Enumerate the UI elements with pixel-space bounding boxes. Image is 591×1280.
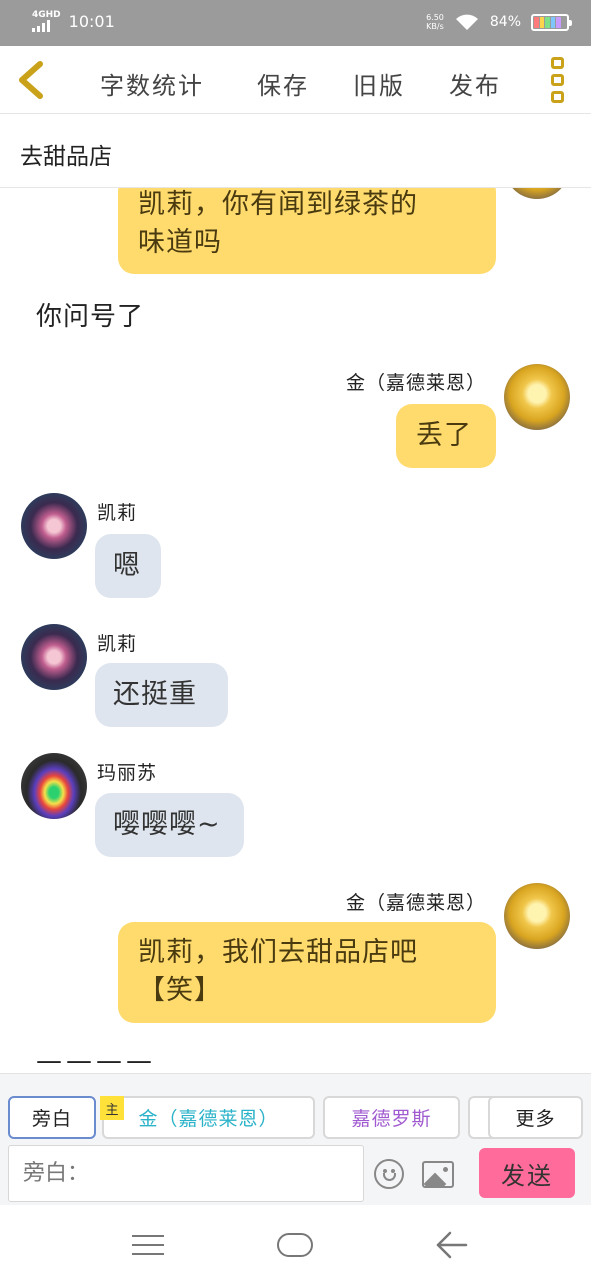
story-title-bar: 去甜品店 [0, 115, 591, 188]
narration-text[interactable]: 你问号了 [36, 296, 144, 333]
composer: 发送 [0, 1145, 591, 1205]
message-text: 凯莉，你有闻到绿茶的 [138, 189, 418, 220]
story-title[interactable]: 去甜品店 [20, 137, 112, 171]
avatar-kelly[interactable] [21, 493, 87, 559]
back-arrow-icon[interactable] [436, 1231, 468, 1259]
avatar-kim[interactable] [504, 188, 570, 199]
vertical-dots-icon[interactable] [551, 57, 567, 103]
sender-name: 玛丽苏 [97, 762, 158, 784]
message-text: 【笑】 [138, 975, 222, 1006]
send-button[interactable]: 发送 [479, 1148, 575, 1198]
role-chip-gaderos[interactable]: 嘉德罗斯 [323, 1096, 460, 1139]
message-bubble[interactable]: 还挺重 [95, 663, 228, 727]
battery-percent: 84% [489, 14, 521, 30]
more-roles-button[interactable]: 更多 [488, 1096, 583, 1139]
message-bubble[interactable]: 凯莉，你有闻到绿茶的 味道吗 [118, 188, 496, 274]
old-version-button[interactable]: 旧版 [353, 66, 405, 101]
message-bubble[interactable]: 凯莉，我们去甜品店吧 【笑】 [118, 922, 496, 1023]
avatar-kim[interactable] [504, 883, 570, 949]
avatar-kim[interactable] [504, 364, 570, 430]
sender-name: 凯莉 [97, 502, 138, 524]
sender-name: 凯莉 [97, 633, 138, 655]
editor-toolbar: 字数统计 保存 旧版 发布 [0, 46, 591, 114]
image-icon[interactable] [422, 1161, 454, 1188]
sender-name: 金（嘉德莱恩） [345, 372, 486, 394]
main-role-badge: 主 [100, 1096, 124, 1120]
role-selector: 旁白 金（嘉德莱恩） 主 嘉德罗斯 更多 [0, 1073, 591, 1145]
system-nav-bar [0, 1205, 591, 1280]
message-input[interactable] [8, 1145, 364, 1202]
publish-button[interactable]: 发布 [449, 66, 501, 101]
chat-list[interactable]: 凯莉，你有闻到绿茶的 味道吗 你问号了 金（嘉德莱恩） 丢了 凯莉 嗯 凯莉 还… [0, 188, 591, 1073]
narration-text[interactable]: ———— [36, 1046, 156, 1073]
message-text: 嗯 [113, 550, 141, 581]
role-label: 嘉德罗斯 [351, 1108, 432, 1130]
role-label: 金（嘉德莱恩） [138, 1108, 279, 1130]
menu-icon[interactable] [132, 1235, 164, 1255]
network-type: 4GHD [32, 10, 61, 20]
wifi-icon [455, 14, 478, 30]
chevron-left-icon [19, 61, 43, 99]
sender-name: 金（嘉德莱恩） [345, 892, 486, 914]
message-text: 还挺重 [113, 679, 197, 710]
network-speed-unit: KB/s [426, 22, 444, 31]
message-text: 嘤嘤嘤~ [113, 809, 221, 840]
network-speed-value: 6.50 [426, 13, 444, 22]
avatar-kelly[interactable] [21, 624, 87, 690]
save-button[interactable]: 保存 [257, 66, 309, 101]
role-chip-kim[interactable]: 金（嘉德莱恩） [102, 1096, 315, 1139]
message-bubble[interactable]: 嗯 [95, 534, 161, 598]
role-label: 旁白 [31, 1108, 72, 1130]
message-text: 味道吗 [138, 227, 222, 258]
message-bubble[interactable]: 丢了 [396, 404, 496, 468]
message-bubble[interactable]: 嘤嘤嘤~ [95, 793, 244, 857]
battery-icon [531, 13, 572, 31]
word-count-button[interactable]: 字数统计 [100, 66, 204, 101]
network-speed: 6.50 KB/s [426, 13, 444, 31]
avatar-mary-sue[interactable] [21, 753, 87, 819]
message-text: 凯莉，我们去甜品店吧 [138, 937, 418, 968]
signal-icon [32, 20, 61, 32]
more-label: 更多 [515, 1108, 556, 1130]
role-chip-narrator[interactable]: 旁白 [8, 1096, 96, 1139]
status-bar: 4GHD 10:01 6.50 KB/s 84% [0, 0, 591, 46]
clock: 10:01 [68, 12, 115, 31]
message-text: 丢了 [416, 420, 472, 451]
emoji-icon[interactable] [374, 1159, 404, 1189]
back-button[interactable] [14, 58, 54, 102]
home-icon[interactable] [277, 1233, 313, 1257]
